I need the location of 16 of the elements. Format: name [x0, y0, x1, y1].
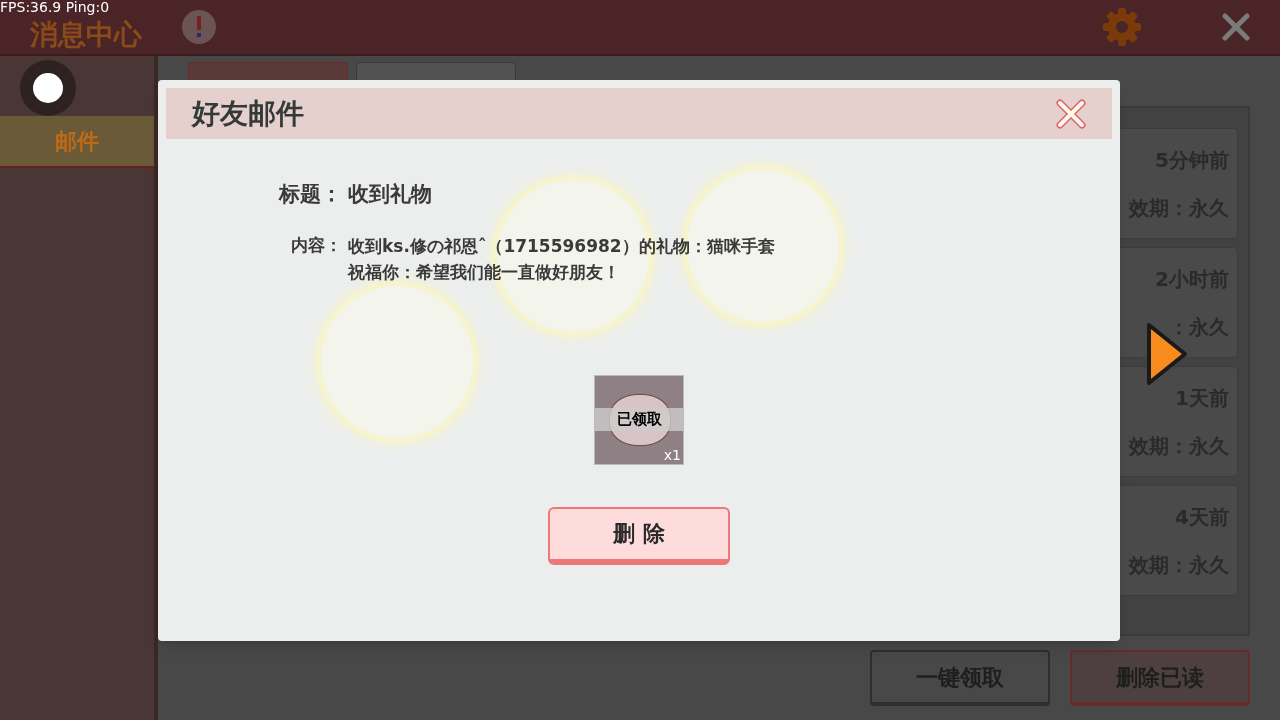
claimed-label: 已领取 — [595, 408, 683, 431]
subject-text: 收到礼物 — [347, 181, 433, 208]
delete-button[interactable]: 删 除 — [548, 506, 730, 565]
close-icon[interactable] — [1056, 98, 1086, 129]
content-label: 内容： — [290, 233, 342, 257]
dialog-title: 好友邮件 — [192, 95, 304, 132]
sidebar-tab[interactable]: 邮件 — [0, 116, 154, 168]
subject-label: 标题： — [277, 181, 342, 208]
content-text: 祝福你：希望我们能一直做好朋友！ — [348, 260, 621, 284]
debug-overlay: FPS:36.9 Ping:0 — [0, 0, 110, 14]
header-title: 消息中心 — [30, 21, 142, 49]
close-icon[interactable] — [1222, 13, 1250, 41]
content-text: 收到ks.修の祁恩ˆ（1715596982）的礼物：猫咪手套 — [348, 234, 775, 258]
next-arrow-icon[interactable] — [1146, 322, 1188, 386]
gift-slot[interactable]: 已领取 x1 — [594, 374, 684, 465]
item-count: x1 — [663, 447, 681, 462]
